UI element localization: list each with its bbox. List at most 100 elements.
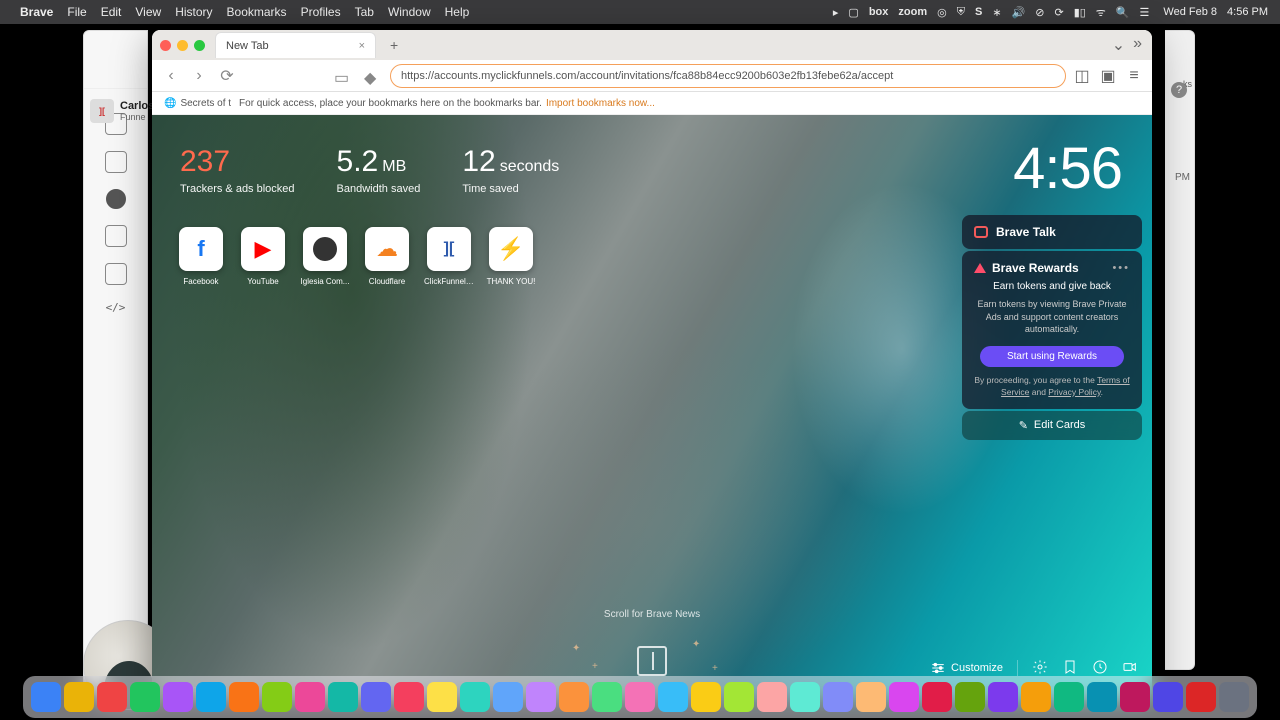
dock-app[interactable]	[1186, 682, 1216, 712]
search-icon[interactable]: 🔍	[1116, 6, 1130, 19]
import-bookmarks-link[interactable]: Import bookmarks now...	[546, 98, 655, 109]
brave-talk-card[interactable]: Brave Talk	[962, 215, 1142, 249]
wifi-icon[interactable]: ᯤ	[1096, 5, 1106, 20]
control-center-icon[interactable]: ☰	[1140, 6, 1150, 19]
dock-app[interactable]	[790, 682, 820, 712]
sidebar-icon[interactable]	[105, 151, 127, 173]
zoom-icon[interactable]: zoom	[898, 6, 927, 18]
tabs-dropdown-icon[interactable]: ⌄	[1112, 35, 1125, 55]
topsite-cloudflare[interactable]: ☁Cloudflare	[362, 227, 412, 286]
address-bar[interactable]: https://accounts.myclickfunnels.com/acco…	[390, 64, 1066, 88]
dock-app[interactable]	[130, 682, 160, 712]
dock-app[interactable]	[955, 682, 985, 712]
customize-button[interactable]: Customize	[930, 660, 1003, 676]
dock-app[interactable]	[559, 682, 589, 712]
dock-app[interactable]	[526, 682, 556, 712]
topsite-youtube[interactable]: ▶YouTube	[238, 227, 288, 286]
menu-app[interactable]: Brave	[20, 5, 53, 19]
sidebar-icon[interactable]	[105, 263, 127, 285]
bookmarks-icon[interactable]	[1062, 659, 1078, 678]
dock-app[interactable]	[823, 682, 853, 712]
dock-app[interactable]	[262, 682, 292, 712]
menu-tab[interactable]: Tab	[355, 5, 374, 19]
status-icon[interactable]: ⊘	[1035, 6, 1044, 19]
menu-help[interactable]: Help	[445, 5, 470, 19]
dock-app[interactable]	[229, 682, 259, 712]
topsite-clickfunnels[interactable]: ][ClickFunnels...	[424, 227, 474, 286]
status-icon[interactable]: S	[975, 6, 982, 18]
dock-app[interactable]	[691, 682, 721, 712]
volume-icon[interactable]: 🔊	[1012, 6, 1026, 19]
menu-profiles[interactable]: Profiles	[301, 5, 341, 19]
bookmark-icon[interactable]: ▭	[334, 68, 350, 84]
sidebar-icon-active[interactable]	[106, 189, 126, 209]
talk-icon[interactable]	[1122, 659, 1138, 678]
dock-app[interactable]	[658, 682, 688, 712]
dock-app[interactable]	[1153, 682, 1183, 712]
dock-app[interactable]	[856, 682, 886, 712]
privacy-link[interactable]: Privacy Policy	[1048, 387, 1100, 397]
menubar-date[interactable]: Wed Feb 8	[1163, 6, 1217, 18]
sidebar-toggle-icon[interactable]: ◫	[1072, 66, 1092, 86]
dock-app[interactable]	[1021, 682, 1051, 712]
tabs-chevron-icon[interactable]: »	[1133, 35, 1142, 55]
dock-app[interactable]	[1219, 682, 1249, 712]
dock-app[interactable]	[889, 682, 919, 712]
dock-app[interactable]	[625, 682, 655, 712]
dock-app[interactable]	[460, 682, 490, 712]
sidebar-icon[interactable]	[105, 225, 127, 247]
dock-app[interactable]	[1054, 682, 1084, 712]
menu-edit[interactable]: Edit	[101, 5, 122, 19]
status-icon[interactable]: ◎	[937, 6, 947, 19]
menu-file[interactable]: File	[67, 5, 86, 19]
status-icon[interactable]: ▸	[833, 6, 839, 19]
forward-button[interactable]: ›	[188, 65, 210, 87]
dock-app[interactable]	[922, 682, 952, 712]
status-icon[interactable]: ▢	[848, 6, 858, 19]
browser-tab[interactable]: New Tab ×	[215, 32, 376, 58]
dock-app[interactable]	[196, 682, 226, 712]
box-icon[interactable]: box	[869, 6, 889, 18]
more-icon[interactable]: •••	[1112, 262, 1130, 274]
dock-app[interactable]	[295, 682, 325, 712]
new-tab-button[interactable]: +	[384, 35, 404, 55]
dock-app[interactable]	[1087, 682, 1117, 712]
menu-icon[interactable]: ≡	[1124, 66, 1144, 86]
reload-button[interactable]: ⟳	[216, 65, 238, 87]
menu-history[interactable]: History	[175, 5, 212, 19]
back-button[interactable]: ‹	[160, 65, 182, 87]
settings-icon[interactable]	[1032, 659, 1048, 678]
dock-app[interactable]	[427, 682, 457, 712]
bluetooth-icon[interactable]: ∗	[992, 6, 1001, 19]
news-icon[interactable]	[637, 646, 667, 676]
shield-icon[interactable]: ⛨	[957, 6, 965, 19]
menubar-time[interactable]: 4:56 PM	[1227, 6, 1268, 18]
help-icon[interactable]: ?	[1171, 82, 1187, 98]
code-icon[interactable]: </>	[106, 301, 126, 314]
dock-app[interactable]	[394, 682, 424, 712]
dock-app[interactable]	[493, 682, 523, 712]
history-icon[interactable]	[1092, 659, 1108, 678]
dock-app[interactable]	[988, 682, 1018, 712]
topsite-thankyou[interactable]: ⚡THANK YOU!	[486, 227, 536, 286]
edit-cards-button[interactable]: ✎ Edit Cards	[962, 411, 1142, 440]
close-window-button[interactable]	[160, 40, 171, 51]
minimize-window-button[interactable]	[177, 40, 188, 51]
dock-app[interactable]	[757, 682, 787, 712]
menu-view[interactable]: View	[135, 5, 161, 19]
wallet-icon[interactable]: ▣	[1098, 66, 1118, 86]
dock-app[interactable]	[31, 682, 61, 712]
topsite-facebook[interactable]: fFacebook	[176, 227, 226, 286]
brave-shield-icon[interactable]: ◆	[364, 68, 380, 84]
menu-bookmarks[interactable]: Bookmarks	[227, 5, 287, 19]
dock-app[interactable]	[592, 682, 622, 712]
dock-app[interactable]	[97, 682, 127, 712]
maximize-window-button[interactable]	[194, 40, 205, 51]
dock-app[interactable]	[328, 682, 358, 712]
menu-window[interactable]: Window	[388, 5, 431, 19]
topsite-iglesia[interactable]: Iglesia Com...	[300, 227, 350, 286]
dock-app[interactable]	[1120, 682, 1150, 712]
dock-app[interactable]	[724, 682, 754, 712]
dock-app[interactable]	[361, 682, 391, 712]
status-icon[interactable]: ⟳	[1054, 6, 1063, 19]
